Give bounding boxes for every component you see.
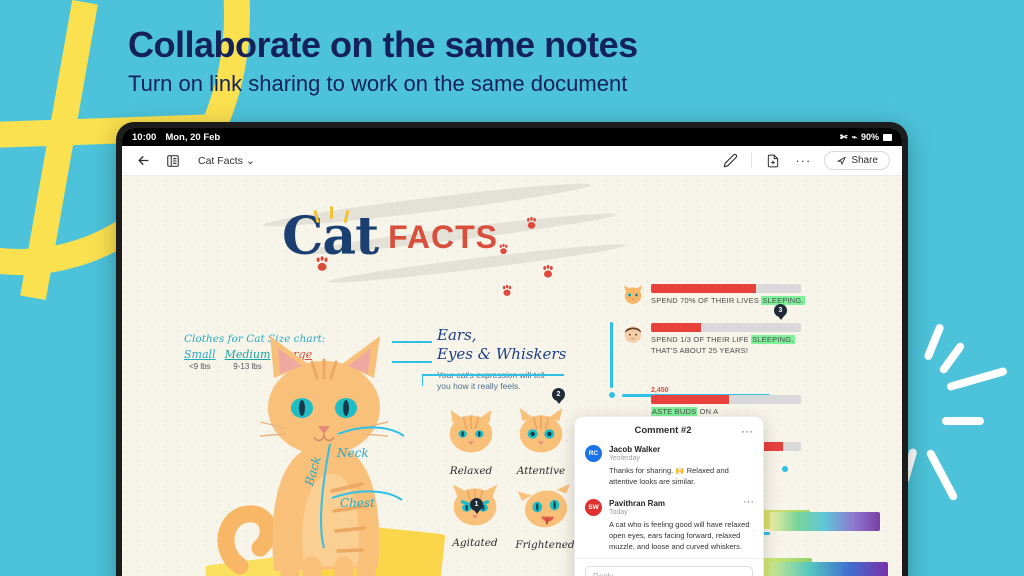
- comment-author: Jacob Walker: [609, 445, 661, 454]
- chevron-down-icon: ⌄: [245, 154, 255, 167]
- fact-text: SPEND 70% OF THEIR LIVES SLEEPING.: [651, 296, 805, 305]
- expression-cell: Attentive: [510, 408, 572, 477]
- note-title-sub: FACTS: [388, 218, 498, 255]
- comment-pin-2[interactable]: 2: [552, 388, 565, 401]
- fact-row: SPEND 70% OF THEIR LIVES SLEEPING.: [622, 284, 852, 307]
- cat-face-attentive-icon: [519, 408, 563, 453]
- avatar: RC: [585, 445, 602, 462]
- side-panel-icon[interactable]: [164, 152, 182, 170]
- body-label-neck: Neck: [337, 446, 369, 460]
- tablet-screen: 10:00 Mon, 20 Feb ✄ ⌁ 90% Cat Facts ⌄ ··…: [122, 128, 902, 576]
- comment-panel-title: Comment #2: [634, 425, 692, 436]
- cat-face-icon: [622, 284, 644, 306]
- comment-timestamp: Yesterday: [609, 455, 640, 462]
- fact-progress-bar: [651, 394, 801, 404]
- fact-progress-bar: [651, 284, 801, 293]
- reply-input[interactable]: [585, 566, 753, 576]
- paw-print-icon: [540, 264, 556, 285]
- more-options-icon[interactable]: ···: [743, 496, 754, 507]
- size-chart-item: Small <9 lbs: [184, 348, 216, 371]
- paw-print-icon: [500, 284, 514, 303]
- note-title-main: Cat: [282, 206, 379, 271]
- expression-label: Agitated: [452, 537, 498, 549]
- fact-bar-caption: 2,450: [651, 386, 669, 394]
- expression-cell: Frightened: [514, 480, 576, 551]
- expression-cell: Relaxed: [440, 408, 502, 477]
- status-date: Mon, 20 Feb: [165, 131, 221, 143]
- more-options-icon[interactable]: ···: [741, 425, 753, 437]
- expression-label: Attentive: [516, 465, 566, 477]
- comment-item: SW Pavithran Ram Today ···: [575, 494, 763, 516]
- selection-handle-left[interactable]: [610, 322, 613, 388]
- expression-label: Relaxed: [449, 465, 493, 477]
- document-title-label: Cat Facts: [198, 154, 243, 167]
- paw-print-icon: [313, 234, 332, 271]
- expression-label: Frightened: [515, 539, 575, 551]
- app-toolbar: Cat Facts ⌄ ··· Share: [122, 146, 902, 176]
- toolbar-divider: [751, 153, 753, 168]
- comment-panel-header: Comment #2 ···: [575, 417, 763, 440]
- sparkle-line: [925, 448, 959, 502]
- sparkle-line: [942, 417, 984, 425]
- expression-cell: Agitated: [444, 480, 506, 549]
- more-options-icon[interactable]: ···: [794, 152, 812, 170]
- selection-dot[interactable]: [609, 392, 615, 398]
- status-battery-text: 90%: [860, 132, 879, 142]
- wifi-icon: ⌁: [851, 131, 857, 142]
- comment-item: RC Jacob Walker Yesterday: [575, 440, 763, 462]
- color-gradient-swatch: [770, 512, 880, 531]
- size-name: Small: [184, 348, 216, 361]
- page-subtitle: Turn on link sharing to work on the same…: [128, 71, 628, 97]
- sparkle-line: [938, 341, 966, 375]
- page-title: Collaborate on the same notes: [128, 24, 638, 65]
- sparkle-accent: [330, 206, 333, 219]
- human-face-icon: [622, 323, 644, 345]
- sparkle-line: [946, 366, 1008, 392]
- paw-print-icon: [524, 216, 539, 236]
- ears-section-title: Ears, Eyes & Whiskers: [437, 326, 567, 363]
- reply-section: [575, 558, 763, 576]
- fact-progress-bar: [651, 322, 801, 332]
- size-range: <9 lbs: [188, 362, 211, 371]
- share-icon: [837, 156, 846, 165]
- share-label: Share: [851, 155, 878, 166]
- fact-text: SPEND 1/3 OF THEIR LIFE SLEEPING. THAT'S…: [651, 334, 795, 355]
- status-bar: 10:00 Mon, 20 Feb ✄ ⌁ 90%: [122, 128, 902, 146]
- avatar: SW: [585, 498, 602, 516]
- note-title-block: Cat FACTS: [282, 206, 498, 271]
- comment-pin-3[interactable]: 3: [774, 304, 787, 317]
- comment-panel[interactable]: Comment #2 ··· RC Jacob Walker Yesterday…: [574, 416, 764, 576]
- promo-headline-block: Collaborate on the same notes Turn on li…: [128, 24, 638, 98]
- fact-row: 2,450 ASTE BUDS ON A: [622, 387, 852, 418]
- comment-text: A cat who is feeling good will have rela…: [609, 519, 750, 552]
- comment-pin-1[interactable]: 1: [470, 498, 483, 511]
- share-button[interactable]: Share: [824, 151, 890, 170]
- silent-icon: ✄: [840, 131, 848, 142]
- comment-timestamp: Today: [609, 508, 628, 516]
- status-time: 10:00: [132, 131, 157, 143]
- comment-text: Thanks for sharing. 🙌 Relaxed and attent…: [609, 466, 729, 487]
- sparkle-line: [923, 322, 945, 362]
- body-label-chest: Chest: [340, 496, 375, 510]
- underline-rule: [422, 374, 564, 386]
- paw-print-icon: [497, 243, 510, 261]
- document-title-menu[interactable]: Cat Facts ⌄: [198, 155, 255, 167]
- pen-edit-icon[interactable]: [721, 152, 739, 170]
- note-canvas[interactable]: Cat FACTS Clothes for Cat Size chart: Sm…: [122, 176, 902, 576]
- tablet-device-frame: 10:00 Mon, 20 Feb ✄ ⌁ 90% Cat Facts ⌄ ··…: [116, 122, 908, 576]
- cat-face-relaxed-icon: [449, 409, 493, 453]
- back-arrow-icon[interactable]: [134, 152, 152, 170]
- fact-row: SPEND 1/3 OF THEIR LIFE SLEEPING. THAT'S…: [622, 322, 852, 357]
- page-add-icon[interactable]: [764, 152, 782, 170]
- comment-author: Pavithran Ram: [609, 498, 666, 508]
- color-gradient-swatch: [770, 562, 888, 576]
- battery-icon: [883, 133, 892, 141]
- cat-face-frightened-icon: [518, 483, 571, 528]
